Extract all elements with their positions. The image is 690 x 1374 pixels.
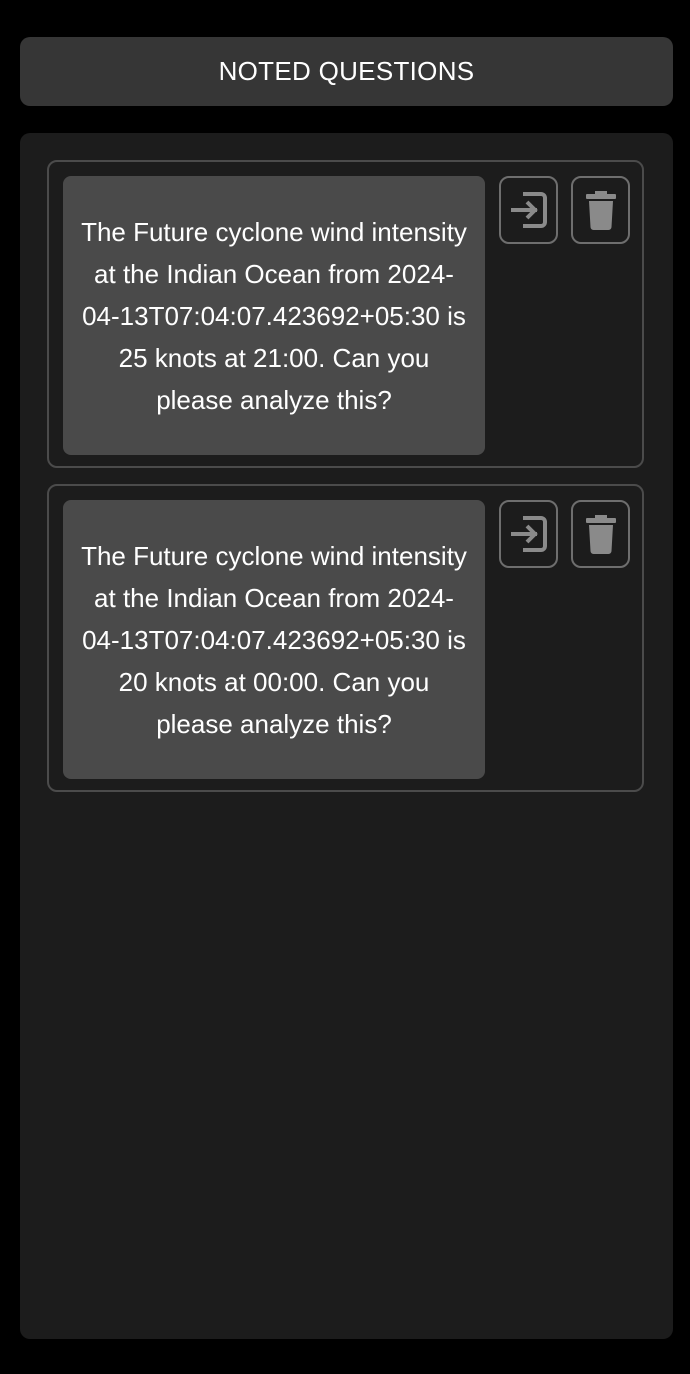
question-text: The Future cyclone wind intensity at the… <box>63 500 485 779</box>
question-card: The Future cyclone wind intensity at the… <box>47 160 644 468</box>
insert-icon <box>510 192 547 228</box>
delete-question-button[interactable] <box>571 500 630 568</box>
delete-question-button[interactable] <box>571 176 630 244</box>
insert-question-button[interactable] <box>499 500 558 568</box>
insert-question-button[interactable] <box>499 176 558 244</box>
page-title: NOTED QUESTIONS <box>218 56 475 86</box>
questions-panel[interactable]: The Future cyclone wind intensity at the… <box>20 133 673 1339</box>
question-text: The Future cyclone wind intensity at the… <box>63 176 485 455</box>
trash-icon <box>585 191 616 230</box>
noted-questions-header: NOTED QUESTIONS <box>20 37 673 106</box>
question-card: The Future cyclone wind intensity at the… <box>47 484 644 792</box>
insert-icon <box>510 516 547 552</box>
trash-icon <box>585 515 616 554</box>
